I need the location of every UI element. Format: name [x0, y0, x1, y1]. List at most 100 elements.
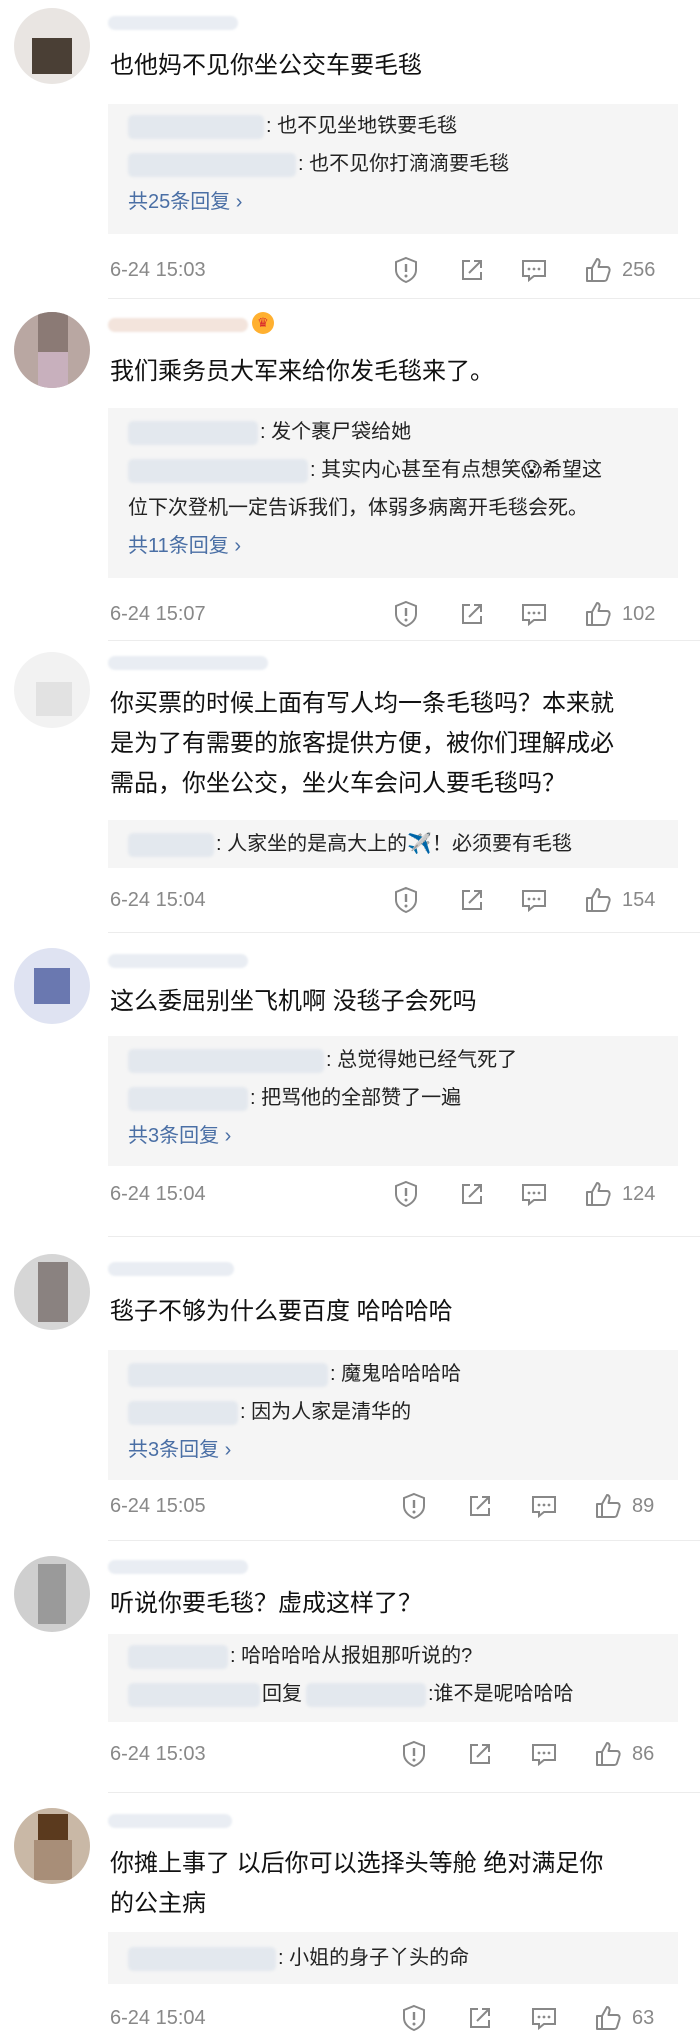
comment-icon[interactable] [520, 600, 548, 628]
like-count: 102 [622, 603, 656, 625]
report-icon[interactable] [392, 600, 420, 628]
reply-line[interactable]: : 人家坐的是高大上的✈️！必须要有毛毯 [128, 830, 666, 858]
more-replies-link[interactable]: 共25条回复 › [128, 188, 242, 216]
reply-box[interactable]: : 小姐的身子丫头的命 [108, 1932, 678, 1984]
reply-box[interactable]: : 哈哈哈哈从报姐那听说的? 回复:谁不是呢哈哈哈 [108, 1634, 678, 1722]
like-icon[interactable] [584, 886, 612, 914]
report-icon[interactable] [392, 886, 420, 914]
like-count: 256 [622, 259, 656, 281]
reply-username[interactable] [128, 114, 264, 139]
report-icon[interactable] [400, 1492, 428, 1520]
share-icon[interactable] [458, 600, 486, 628]
share-icon[interactable] [466, 1492, 494, 1520]
like-icon[interactable] [594, 1492, 622, 1520]
like-count: 86 [632, 1743, 655, 1765]
comment-icon[interactable] [520, 1180, 548, 1208]
report-icon[interactable] [392, 256, 420, 284]
reply-username[interactable] [128, 458, 308, 483]
reply-username[interactable] [128, 832, 214, 857]
reply-box[interactable]: : 魔鬼哈哈哈哈 : 因为人家是清华的 共3条回复 › [108, 1350, 678, 1480]
avatar[interactable] [14, 312, 90, 388]
avatar[interactable] [14, 8, 90, 84]
avatar[interactable] [14, 652, 90, 728]
comment: 你摊上事了 以后你可以选择头等舱 绝对满足你 的公主病 : 小姐的身子丫头的命 … [0, 1800, 700, 2044]
timestamp: 6-24 15:04 [110, 1183, 206, 1205]
username[interactable] [108, 16, 238, 30]
avatar[interactable] [14, 1254, 90, 1330]
comment-icon[interactable] [530, 1492, 558, 1520]
reply-username[interactable] [128, 1682, 260, 1707]
reply-line[interactable]: : 魔鬼哈哈哈哈 [128, 1360, 666, 1388]
reply-username[interactable] [128, 1048, 324, 1073]
more-replies-link[interactable]: 共11条回复 › [128, 532, 241, 560]
reply-box[interactable]: : 人家坐的是高大上的✈️！必须要有毛毯 [108, 820, 678, 868]
reply-line[interactable]: : 也不见你打滴滴要毛毯 [128, 150, 666, 178]
reply-box[interactable]: : 也不见坐地铁要毛毯 : 也不见你打滴滴要毛毯 共25条回复 › [108, 104, 678, 234]
comment-icon[interactable] [520, 886, 548, 914]
reply-box[interactable]: : 总觉得她已经气死了 : 把骂他的全部赞了一遍 共3条回复 › [108, 1036, 678, 1166]
share-icon[interactable] [458, 1180, 486, 1208]
timestamp: 6-24 15:07 [110, 603, 206, 625]
share-icon[interactable] [466, 1740, 494, 1768]
reply-username[interactable] [128, 152, 296, 177]
comment-footer: 6-24 15:07 102 [110, 594, 680, 634]
report-icon[interactable] [400, 1740, 428, 1768]
username[interactable] [108, 954, 248, 968]
comment-icon[interactable] [520, 256, 548, 284]
reply-username[interactable] [128, 1086, 248, 1111]
comment: ♛ 我们乘务员大军来给你发毛毯来了。 : 发个裹尸袋给她 : 其实内心甚至有点想… [0, 304, 700, 641]
reply-username[interactable] [128, 420, 258, 445]
divider [108, 640, 700, 641]
reply-line-continued[interactable]: 位下次登机一定告诉我们，体弱多病离开毛毯会死。 [128, 494, 666, 522]
share-icon[interactable] [458, 256, 486, 284]
username[interactable] [108, 1262, 234, 1276]
reply-username[interactable] [128, 1362, 328, 1387]
username[interactable] [108, 1814, 232, 1828]
report-icon[interactable] [400, 2004, 428, 2032]
report-icon[interactable] [392, 1180, 420, 1208]
reply-target-username[interactable] [306, 1682, 426, 1707]
reply-line[interactable]: : 其实内心甚至有点想笑😱希望这 [128, 456, 666, 484]
reply-box[interactable]: : 发个裹尸袋给她 : 其实内心甚至有点想笑😱希望这 位下次登机一定告诉我们，体… [108, 408, 678, 578]
avatar[interactable] [14, 1808, 90, 1884]
share-icon[interactable] [466, 2004, 494, 2032]
username[interactable] [108, 656, 268, 670]
like-icon[interactable] [594, 1740, 622, 1768]
reply-line[interactable]: : 哈哈哈哈从报姐那听说的? [128, 1642, 666, 1670]
comment-footer: 6-24 15:03 86 [110, 1734, 680, 1774]
reply-username[interactable] [128, 1644, 228, 1669]
avatar[interactable] [14, 1556, 90, 1632]
comment: 你买票的时候上面有写人均一条毛毯吗？本来就 是为了有需要的旅客提供方便，被你们理… [0, 644, 700, 934]
comment-footer: 6-24 15:05 89 [110, 1486, 680, 1526]
like-icon[interactable] [584, 1180, 612, 1208]
comment-icon[interactable] [530, 1740, 558, 1768]
more-replies-link[interactable]: 共3条回复 › [128, 1122, 231, 1150]
like-icon[interactable] [584, 256, 612, 284]
avatar[interactable] [14, 948, 90, 1024]
like-icon[interactable] [594, 2004, 622, 2032]
more-replies-link[interactable]: 共3条回复 › [128, 1436, 231, 1464]
share-icon[interactable] [458, 886, 486, 914]
reply-line[interactable]: : 总觉得她已经气死了 [128, 1046, 666, 1074]
reply-line[interactable]: : 因为人家是清华的 [128, 1398, 666, 1426]
reply-line[interactable]: : 小姐的身子丫头的命 [128, 1944, 666, 1972]
divider [108, 1540, 700, 1541]
reply-line[interactable]: : 发个裹尸袋给她 [128, 418, 666, 446]
reply-username[interactable] [128, 1946, 276, 1971]
reply-line[interactable]: : 把骂他的全部赞了一遍 [128, 1084, 666, 1112]
like-icon[interactable] [584, 600, 612, 628]
like-count: 89 [632, 1495, 655, 1517]
username[interactable] [108, 318, 248, 332]
reply-username[interactable] [128, 1400, 238, 1425]
reply-line[interactable]: 回复:谁不是呢哈哈哈 [128, 1680, 666, 1708]
timestamp: 6-24 15:03 [110, 259, 206, 281]
comment-icon[interactable] [530, 2004, 558, 2032]
comment: 这么委屈别坐飞机啊 没毯子会死吗 : 总觉得她已经气死了 : 把骂他的全部赞了一… [0, 940, 700, 1240]
comment-footer: 6-24 15:03 256 [110, 250, 680, 290]
comment-footer: 6-24 15:04 63 [110, 1998, 680, 2038]
comment-list: 也他妈不见你坐公交车要毛毯 : 也不见坐地铁要毛毯 : 也不见你打滴滴要毛毯 共… [0, 0, 700, 2044]
reply-line[interactable]: : 也不见坐地铁要毛毯 [128, 112, 666, 140]
like-count: 154 [622, 889, 656, 911]
comment-text: 毯子不够为什么要百度 哈哈哈哈 [110, 1298, 453, 1325]
username[interactable] [108, 1560, 248, 1574]
